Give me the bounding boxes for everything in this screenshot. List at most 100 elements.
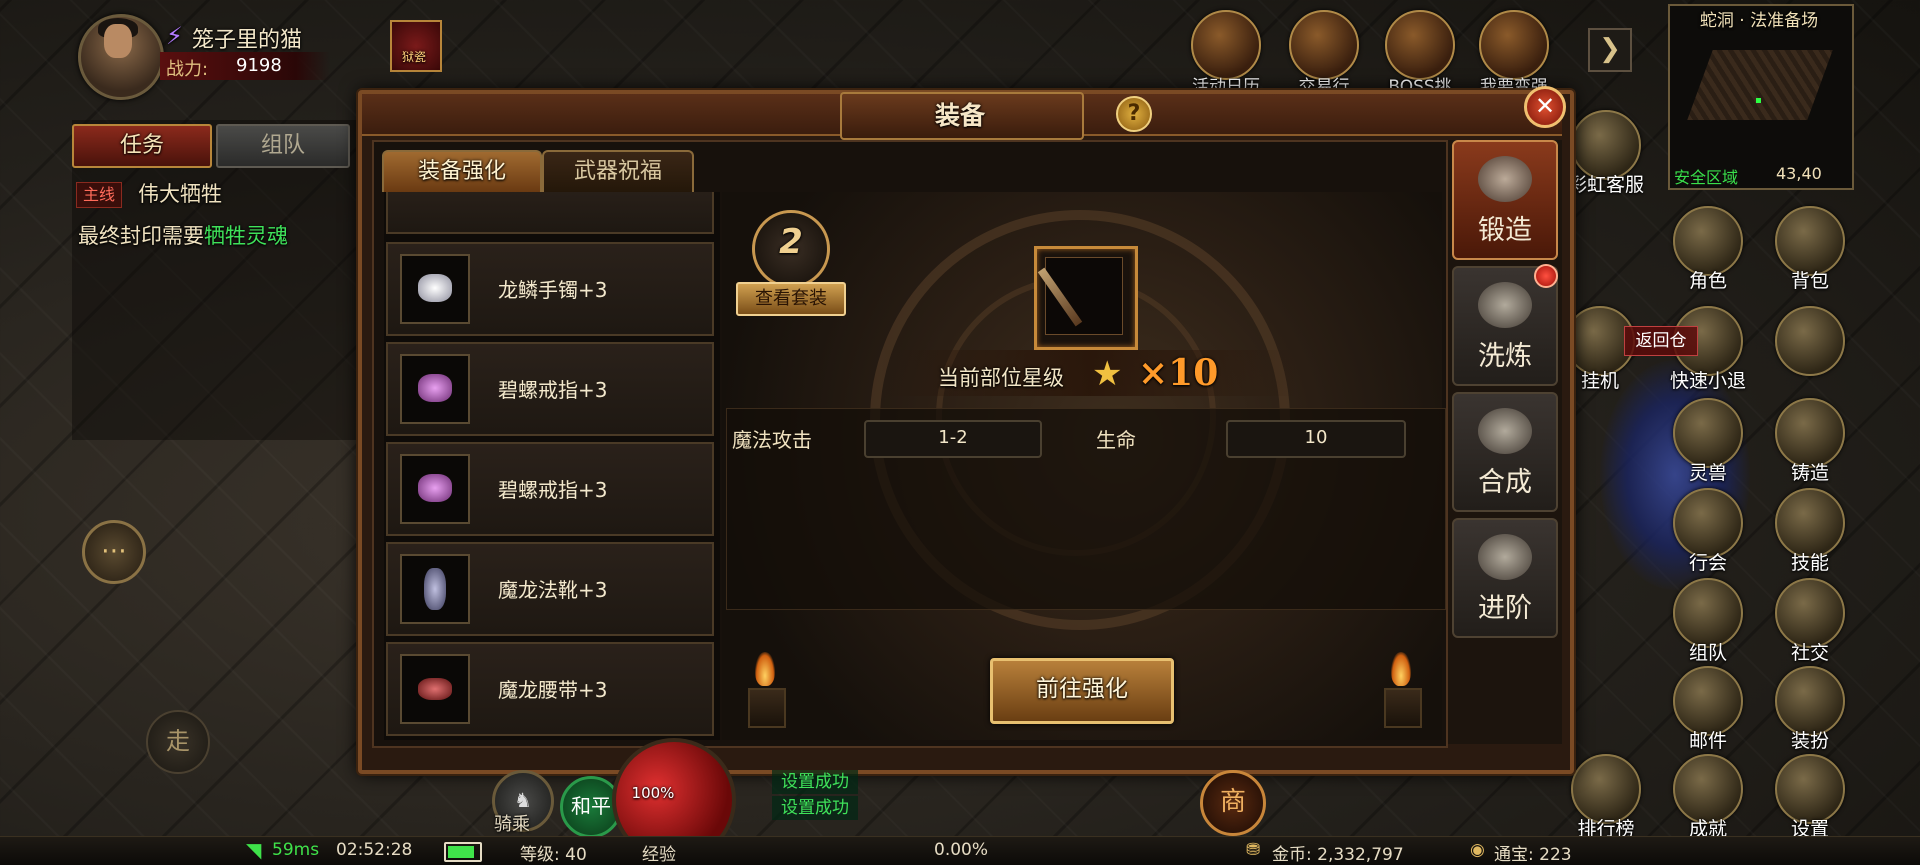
tab-weapon-bless[interactable]: 武器祝福 bbox=[542, 150, 694, 192]
side-icon-social[interactable]: 社交 bbox=[1768, 578, 1852, 665]
side-icon-beast[interactable]: 灵兽 bbox=[1666, 398, 1750, 485]
gold-amount: 金币: 2,332,797 bbox=[1272, 845, 1404, 865]
calendar-icon bbox=[1191, 10, 1261, 80]
ring-icon bbox=[400, 354, 470, 424]
system-message: 设置成功 bbox=[772, 796, 858, 820]
list-item[interactable]: 碧螺戒指+3 bbox=[386, 442, 714, 536]
stat-label-magic-attack: 魔法攻击 bbox=[732, 428, 812, 452]
side-icon-label: 灵兽 bbox=[1688, 462, 1727, 484]
go-enhance-button[interactable]: 前往强化 bbox=[990, 658, 1174, 724]
advance-icon bbox=[1478, 534, 1532, 580]
side-icon-ranking[interactable]: 排行榜 bbox=[1564, 754, 1648, 841]
top-icon-trade[interactable]: 交易行 bbox=[1284, 10, 1364, 97]
star-label: 当前部位星级 bbox=[938, 366, 1064, 390]
minimap-floor bbox=[1687, 50, 1833, 120]
flame-icon bbox=[755, 652, 775, 686]
flame-icon bbox=[1391, 652, 1411, 686]
side-icon-bag[interactable]: 背包 bbox=[1768, 206, 1852, 293]
top-icon-stronger[interactable]: 我要变强 bbox=[1474, 10, 1554, 97]
minimap-coords: 43,40 bbox=[1776, 164, 1822, 183]
notification-dot bbox=[1534, 264, 1558, 288]
tab-enhance[interactable]: 装备强化 bbox=[382, 150, 542, 192]
side-icon-label: 背包 bbox=[1790, 270, 1829, 292]
scales-icon bbox=[1289, 10, 1359, 80]
side-tab-forge[interactable]: 锻造 bbox=[1452, 140, 1558, 260]
system-message: 设置成功 bbox=[772, 770, 858, 794]
star-icon: ★ bbox=[1092, 354, 1123, 394]
item-name: 碧螺戒指+3 bbox=[498, 378, 608, 402]
item-name: 碧螺戒指+3 bbox=[498, 478, 608, 502]
star-multiplier: ×10 bbox=[1138, 352, 1219, 394]
list-item[interactable]: 龙鳞手镯+3 bbox=[386, 242, 714, 336]
power-label: 战力: bbox=[166, 59, 209, 80]
help-icon[interactable]: ? bbox=[1116, 96, 1152, 132]
boots-icon bbox=[400, 554, 470, 624]
top-icon-calendar[interactable]: 活动日历 bbox=[1186, 10, 1266, 97]
synthesis-icon bbox=[1478, 408, 1532, 454]
side-icon-settings[interactable]: 设置 bbox=[1768, 754, 1852, 841]
safe-zone-label: 安全区域 bbox=[1674, 168, 1739, 187]
set-count: 2 bbox=[779, 222, 803, 262]
side-icon-outfit[interactable]: 装扮 bbox=[1768, 666, 1852, 753]
tab-task[interactable]: 任务 bbox=[72, 124, 212, 168]
exp-label: 经验 bbox=[642, 845, 676, 865]
side-icon-achievement[interactable]: 成就 bbox=[1666, 754, 1750, 841]
power-value: 9198 bbox=[236, 55, 282, 76]
side-icon-label: 邮件 bbox=[1688, 730, 1727, 752]
walk-button[interactable]: 走 bbox=[146, 710, 210, 774]
chat-bubble-icon[interactable]: ⋯ bbox=[82, 520, 146, 584]
stat-value-hp: 10 bbox=[1226, 420, 1406, 458]
ring-icon bbox=[400, 454, 470, 524]
torch-right bbox=[1384, 688, 1422, 728]
list-item[interactable]: 碧螺戒指+3 bbox=[386, 342, 714, 436]
expand-arrow-icon[interactable]: ❯ bbox=[1588, 28, 1632, 72]
side-icon-label: 社交 bbox=[1790, 642, 1829, 664]
side-tab-label: 进阶 bbox=[1478, 593, 1532, 624]
side-tab-label: 合成 bbox=[1478, 467, 1532, 498]
task-panel bbox=[72, 120, 360, 440]
item-name: 魔龙腰带+3 bbox=[498, 678, 608, 702]
side-icon-team[interactable]: 组队 bbox=[1666, 578, 1750, 665]
main-quest-title[interactable]: 伟大牺牲 bbox=[138, 178, 222, 208]
side-tab-advance[interactable]: 进阶 bbox=[1452, 518, 1558, 638]
close-icon[interactable]: ✕ bbox=[1524, 86, 1566, 128]
treasure-amount: 通宝: 223 bbox=[1494, 845, 1572, 865]
equipment-slot[interactable] bbox=[1034, 246, 1138, 350]
tab-team[interactable]: 组队 bbox=[216, 124, 350, 168]
gold-coin-icon: ⛃ bbox=[1246, 840, 1261, 860]
side-icon-guild[interactable]: 行会 bbox=[1666, 488, 1750, 575]
side-tab-synthesis[interactable]: 合成 bbox=[1452, 392, 1558, 512]
clock: 02:52:28 bbox=[336, 840, 413, 860]
shop-button[interactable]: 商 bbox=[1200, 770, 1266, 836]
main-quest-desc[interactable]: 最终封印需要牺牲灵魂 bbox=[78, 220, 288, 250]
list-item[interactable]: 魔龙法靴+3 bbox=[386, 542, 714, 636]
boss-icon bbox=[1385, 10, 1455, 80]
treasure-icon: ◉ bbox=[1470, 840, 1485, 860]
wifi-icon: ◥ bbox=[246, 838, 262, 862]
belt-icon bbox=[400, 654, 470, 724]
crossed-swords-icon bbox=[1775, 306, 1845, 376]
lightning-icon: ⚡ bbox=[166, 22, 183, 50]
side-icon-mail[interactable]: 邮件 bbox=[1666, 666, 1750, 753]
side-icon-skill[interactable]: 技能 bbox=[1768, 488, 1852, 575]
minimap-title: 蛇洞 · 法准备场 bbox=[1699, 11, 1819, 31]
return-button[interactable]: 返回仓 bbox=[1624, 326, 1698, 356]
customer-service-button[interactable]: 彩虹客服 bbox=[1564, 110, 1648, 197]
anvil-icon bbox=[1478, 156, 1532, 202]
bracelet-icon bbox=[400, 254, 470, 324]
list-item[interactable]: 魔龙腰带+3 bbox=[386, 642, 714, 736]
side-tab-label: 锻造 bbox=[1478, 215, 1532, 246]
side-icon-forge[interactable]: 铸造 bbox=[1768, 398, 1852, 485]
mount-label: 骑乘 bbox=[494, 814, 530, 835]
side-icon-label: 技能 bbox=[1790, 552, 1829, 574]
modal-title: 装备 bbox=[934, 101, 985, 130]
refine-icon bbox=[1478, 282, 1532, 328]
view-set-button[interactable]: 查看套装 bbox=[736, 282, 846, 316]
ping-value: 59ms bbox=[272, 840, 320, 860]
exp-value: 0.00% bbox=[934, 840, 989, 860]
side-icon-cross[interactable] bbox=[1768, 306, 1852, 376]
side-icon-character[interactable]: 角色 bbox=[1666, 206, 1750, 293]
level-label: 等级: 40 bbox=[520, 845, 587, 865]
side-icon-label: 铸造 bbox=[1790, 462, 1829, 484]
quest-desc-highlight: 牺牲灵魂 bbox=[204, 224, 288, 248]
